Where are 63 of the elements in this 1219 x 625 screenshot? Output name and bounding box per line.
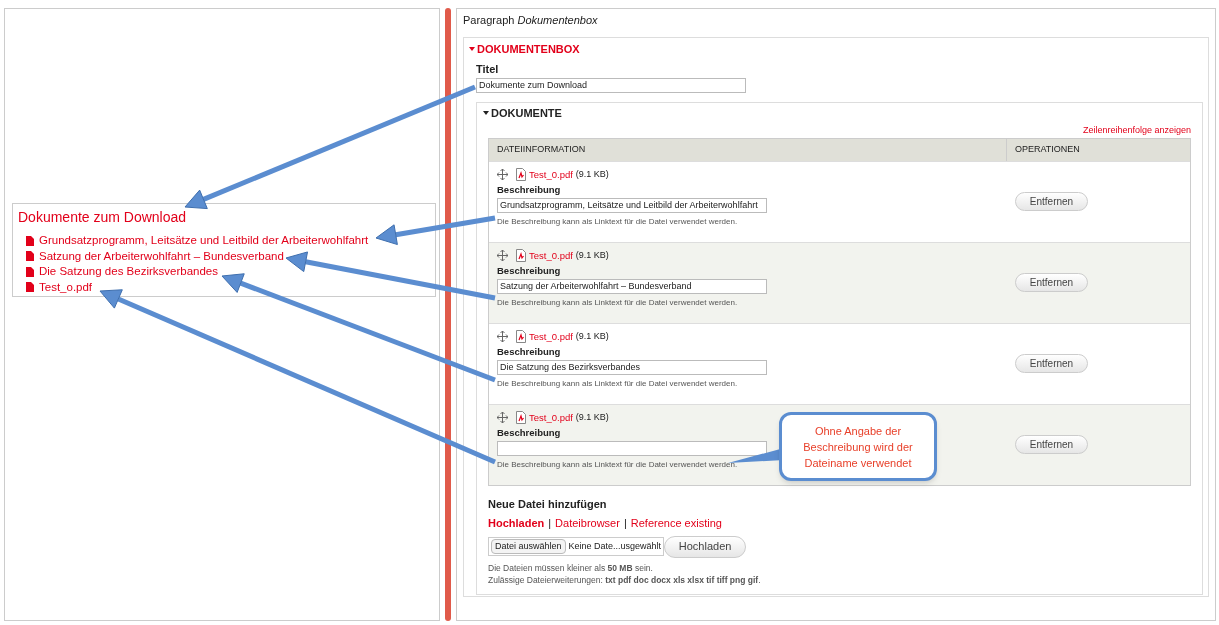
column-header: DATEIINFORMATION [489,138,1007,161]
pdf-file-icon [516,249,526,263]
file-size: (9.1 KB) [575,248,609,262]
choose-file-button[interactable]: Datei auswählen [491,538,566,555]
file-link[interactable]: Test_0.pdf [529,410,573,425]
upload-source-tab[interactable]: Reference existing [630,515,722,532]
document-link[interactable]: Satzung der Arbeiterwohlfahrt – Bundesverband [39,247,284,265]
move-handle-icon[interactable] [497,250,508,262]
field-help: Die Beschreibung kann als Linktext für die Datei verwendet werden. [497,296,738,309]
move-handle-icon[interactable] [497,331,508,343]
field-help: Die Beschreibung kann als Linktext für die Datei verwendet werden. [497,377,738,390]
separator: | [548,516,552,531]
field-label: Beschreibung [497,183,561,196]
field-label: Titel [476,62,499,76]
pdf-file-icon [516,330,526,344]
file-size: (9.1 KB) [575,329,609,343]
upload-source-tab[interactable]: Hochladen [488,515,545,532]
upload-source-tab[interactable]: Dateibrowser [555,515,620,532]
file-link[interactable]: Test_0.pdf [529,248,573,263]
fieldset-legend[interactable]: DOKUMENTE [491,106,562,120]
field-help: Die Beschreibung kann als Linktext für die Datei verwendet werden. [497,215,738,228]
file-link[interactable]: Test_0.pdf [529,329,573,344]
move-handle-icon[interactable] [497,169,508,181]
field-label: Beschreibung [497,426,561,439]
row-order-link[interactable]: Zeilenreihenfolge anzeigen [1082,123,1191,136]
remove-button[interactable]: Entfernen [1015,272,1088,292]
document-icon [26,282,34,293]
paragraph-heading: Paragraph Dokumentenbox [463,13,598,27]
description-field[interactable]: Satzung der Arbeiterwohlfahrt – Bundesverband [497,278,767,294]
pdf-file-icon [516,411,526,425]
document-icon [26,266,34,277]
document-link[interactable]: Die Satzung des Bezirksverbandes [39,263,218,281]
column-header: OPERATIONEN [1014,142,1080,156]
description-field[interactable]: Die Satzung des Bezirksverbandes [497,359,767,375]
field-label: Beschreibung [497,264,561,277]
file-link[interactable]: Test_0.pdf [529,167,573,182]
remove-button[interactable]: Entfernen [1015,353,1088,373]
move-handle-icon[interactable] [497,412,508,424]
file-input[interactable]: Datei auswählen Keine Date...usgewählt [488,537,665,556]
field-help: Die Beschreibung kann als Linktext für die Datei verwendet werden. [497,458,738,471]
document-icon [26,235,34,246]
separator: | [623,516,627,531]
fieldset-legend[interactable]: DOKUMENTENBOX [477,41,580,58]
document-icon [26,251,34,262]
description-field[interactable] [497,440,767,456]
upload-help: Die Dateien müssen kleiner als 50 MB sein. [488,561,654,575]
document-link[interactable]: Grundsatzprogramm, Leitsätze und Leitbild der Arbeiterwohlfahrt [39,232,369,250]
field-label: Beschreibung [497,345,561,358]
callout-bubble: Ohne Angabe der Beschreibung wird der Dateiname verwendet [779,412,937,481]
expanded-caret-icon[interactable] [483,110,489,116]
file-status: Keine Date...usgewählt [568,539,662,553]
description-field[interactable]: Grundsatzprogramm, Leitsätze und Leitbild der Arbeiterwohlfahrt [497,197,767,213]
remove-button[interactable]: Entfernen [1015,191,1088,211]
document-link[interactable]: Test_o.pdf [39,278,93,296]
upload-heading: Neue Datei hinzufügen [488,496,608,512]
pdf-file-icon [516,168,526,182]
preview-title: Dokumente zum Download [18,208,188,227]
title-field[interactable]: Dokumente zum Download [476,77,746,93]
upload-help: Zulässige Dateierweiterungen: txt pdf doc docx xls xlsx tif tiff png gif. [488,574,762,587]
remove-button[interactable]: Entfernen [1015,434,1088,454]
file-size: (9.1 KB) [575,167,609,181]
upload-button[interactable]: Hochladen [664,535,747,558]
file-size: (9.1 KB) [575,410,609,424]
